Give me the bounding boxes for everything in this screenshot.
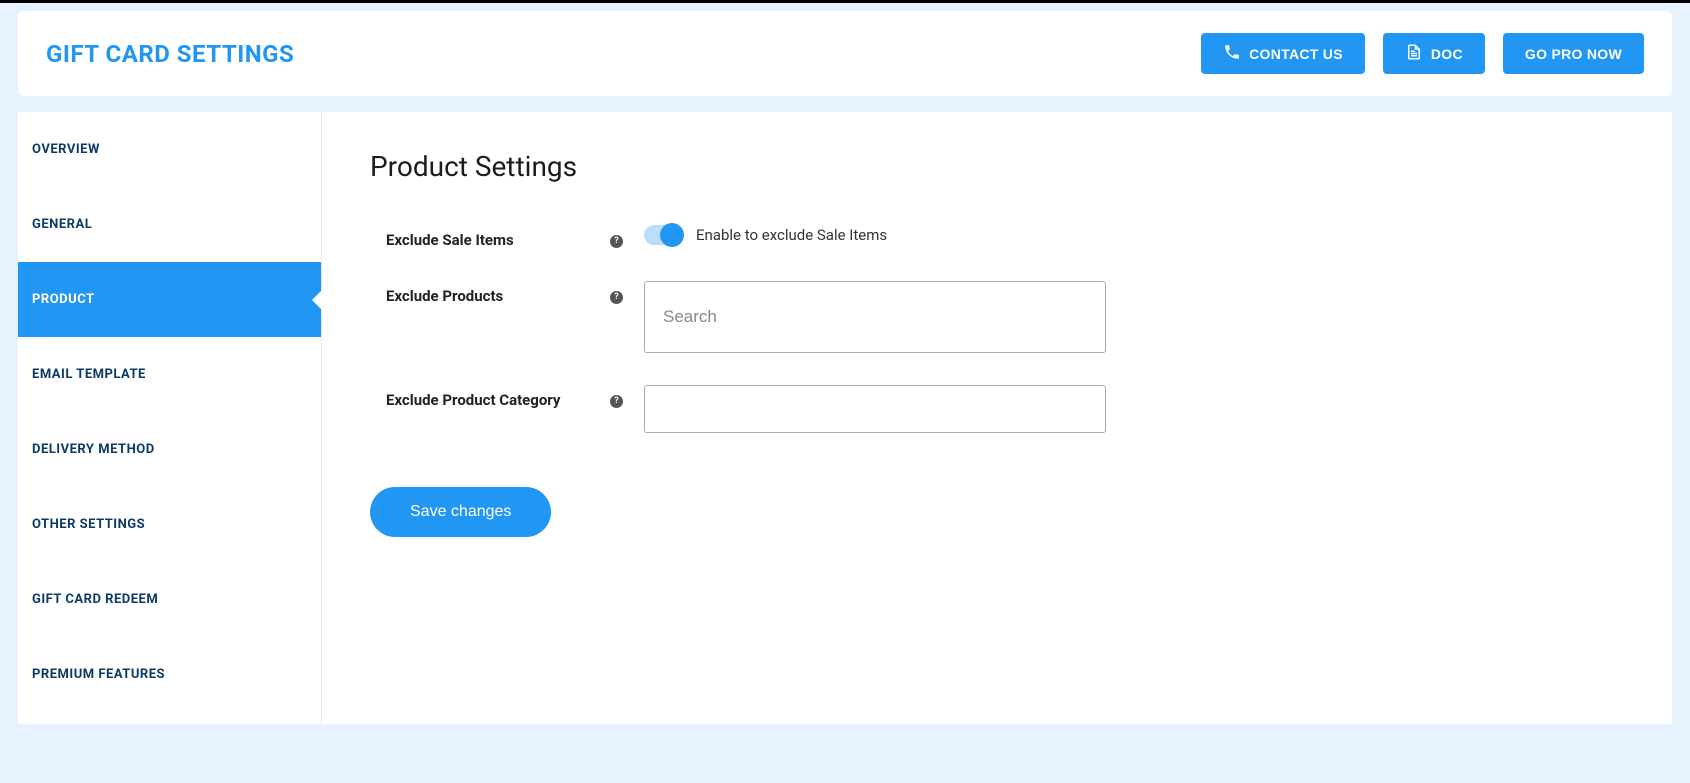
toggle-knob — [660, 223, 684, 247]
sidebar-item-label: OVERVIEW — [32, 142, 100, 157]
save-changes-button[interactable]: Save changes — [370, 487, 551, 537]
sidebar-item-label: PRODUCT — [32, 292, 95, 307]
doc-label: DOC — [1431, 46, 1463, 62]
header-card: GIFT CARD SETTINGS CONTACT US DOC GO PRO… — [18, 11, 1672, 96]
sidebar-item-label: GENERAL — [32, 217, 92, 232]
row-exclude-products: Exclude Products ? — [370, 281, 1624, 353]
help-icon[interactable]: ? — [610, 395, 623, 408]
contact-us-label: CONTACT US — [1249, 46, 1343, 62]
toggle-wrap: Enable to exclude Sale Items — [644, 225, 887, 245]
content-panel: Product Settings Exclude Sale Items ? En… — [322, 112, 1672, 724]
sidebar-item-label: GIFT CARD REDEEM — [32, 592, 158, 607]
help-col: ? — [610, 225, 634, 248]
control-exclude-sale: Enable to exclude Sale Items — [634, 225, 887, 245]
sidebar-item-premium-features[interactable]: PREMIUM FEATURES — [18, 637, 321, 712]
main-layout: OVERVIEW GENERAL PRODUCT EMAIL TEMPLATE … — [18, 112, 1672, 724]
phone-icon — [1223, 43, 1241, 64]
help-icon[interactable]: ? — [610, 291, 623, 304]
document-icon — [1405, 43, 1423, 64]
go-pro-button[interactable]: GO PRO NOW — [1503, 33, 1644, 74]
sidebar-item-email-template[interactable]: EMAIL TEMPLATE — [18, 337, 321, 412]
help-col: ? — [610, 281, 634, 304]
sidebar-item-label: OTHER SETTINGS — [32, 517, 145, 532]
sidebar-item-delivery-method[interactable]: DELIVERY METHOD — [18, 412, 321, 487]
sidebar-item-other-settings[interactable]: OTHER SETTINGS — [18, 487, 321, 562]
control-exclude-products — [634, 281, 1106, 353]
help-col: ? — [610, 385, 634, 408]
help-icon[interactable]: ? — [610, 235, 623, 248]
sidebar-item-label: PREMIUM FEATURES — [32, 667, 165, 682]
label-exclude-sale: Exclude Sale Items — [370, 225, 610, 249]
go-pro-label: GO PRO NOW — [1525, 46, 1622, 62]
toggle-label: Enable to exclude Sale Items — [696, 226, 887, 244]
control-exclude-category — [634, 385, 1106, 433]
label-exclude-products: Exclude Products — [370, 281, 610, 305]
sidebar-item-general[interactable]: GENERAL — [18, 187, 321, 262]
header-buttons: CONTACT US DOC GO PRO NOW — [1201, 33, 1644, 74]
sidebar-item-label: DELIVERY METHOD — [32, 442, 155, 457]
page-title: GIFT CARD SETTINGS — [46, 40, 294, 68]
exclude-products-search-input[interactable] — [644, 281, 1106, 353]
row-exclude-category: Exclude Product Category ? — [370, 385, 1624, 433]
exclude-sale-toggle[interactable] — [644, 225, 682, 245]
section-title: Product Settings — [370, 150, 1624, 183]
contact-us-button[interactable]: CONTACT US — [1201, 33, 1365, 74]
sidebar-item-label: EMAIL TEMPLATE — [32, 367, 146, 382]
doc-button[interactable]: DOC — [1383, 33, 1485, 74]
label-exclude-category: Exclude Product Category — [370, 385, 610, 409]
row-exclude-sale: Exclude Sale Items ? Enable to exclude S… — [370, 225, 1624, 249]
sidebar-item-overview[interactable]: OVERVIEW — [18, 112, 321, 187]
sidebar: OVERVIEW GENERAL PRODUCT EMAIL TEMPLATE … — [18, 112, 322, 724]
sidebar-item-product[interactable]: PRODUCT — [18, 262, 321, 337]
sidebar-item-gift-card-redeem[interactable]: GIFT CARD REDEEM — [18, 562, 321, 637]
exclude-category-select[interactable] — [644, 385, 1106, 433]
